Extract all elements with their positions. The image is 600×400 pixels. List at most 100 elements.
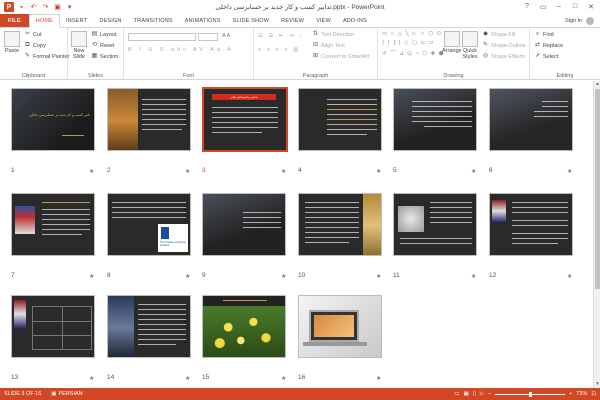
tab-home[interactable]: HOME [28,14,61,28]
tab-animations[interactable]: ANIMATIONS [179,14,227,27]
zoom-slider-knob[interactable] [528,391,532,397]
text-line [430,212,472,213]
save-icon[interactable]: ▪ [17,3,26,12]
tab-insert[interactable]: INSERT [60,14,93,27]
animation-star-icon: ★ [471,169,477,175]
tab-transitions[interactable]: TRANSITIONS [128,14,179,27]
format-painter-button[interactable]: ✎ Format Painter [24,53,69,60]
customize-icon[interactable]: ▾ [65,3,74,12]
drawing-group: ▭ ○ △ ╲ ▷ ☆ ⬡ ⬭ ⟨ ⟩ { } ◇ ▢ ⊂ ⊃ ↺ ⌒ ⊿ ⊡ … [378,28,530,80]
reset-button[interactable]: ⟲ Reset [91,42,114,49]
zoom-out-icon[interactable]: – [488,391,491,397]
align-buttons[interactable]: ≡ ≡ ≡ ≡ ▥ [258,47,300,53]
slide-thumbnail-2[interactable] [107,88,191,151]
tab-view[interactable]: VIEW [310,14,337,27]
slide-thumbnail-9[interactable] [202,193,286,256]
slide-thumbnail-14[interactable] [107,295,191,358]
text-line [243,212,281,213]
slide-thumbnail-15[interactable] [202,295,286,358]
slide-thumbnail-16[interactable] [298,295,382,358]
section-icon: ▦ [91,53,98,59]
copy-button[interactable]: ⧉ Copy [24,42,46,49]
replace-button[interactable]: ⇄ Replace [534,42,563,49]
slide-thumbnail-6[interactable] [489,88,573,151]
find-button[interactable]: ⌕ Find [534,31,554,38]
arrange-button[interactable]: Arrange [442,31,462,54]
shape-effects-button[interactable]: ◎ Shape Effects [482,53,525,60]
cut-button[interactable]: ✂ Cut [24,31,42,38]
tab-review[interactable]: REVIEW [275,14,310,27]
align-text-button[interactable]: ⊟ Align Text [312,42,345,49]
help-button[interactable]: ? [520,1,534,12]
slide-number: 11 [393,272,400,279]
tab-add-ins[interactable]: ADD-INS [337,14,373,27]
font-size-box[interactable] [198,33,218,41]
animation-star-icon: ★ [567,274,573,280]
font-format-buttons[interactable]: B I U S abc AV Aa A [128,47,234,53]
text-line [327,114,377,115]
scrollbar-thumb[interactable] [595,89,600,289]
powerpoint-logo-icon[interactable]: P [4,2,14,12]
grow-shrink-font-buttons[interactable]: A A [222,33,230,39]
zoom-slider[interactable] [495,391,566,397]
slide-thumbnail-7[interactable] [11,193,95,256]
slide-thumbnail-5[interactable] [393,88,477,151]
shapes-gallery-row-3[interactable]: ↺ ⌒ ⊿ ⊡ ◔ ⬠ ✚ ⬢ [382,49,445,57]
slide-sorter-view-icon[interactable]: ▦ [464,391,469,397]
close-button[interactable]: ✕ [584,1,598,12]
slide-subtitle-line [62,135,84,136]
text-line [512,207,568,208]
layout-button[interactable]: ▤ Layout [91,31,117,38]
zoom-level[interactable]: 73% [576,391,587,397]
slide-thumbnail-1[interactable]: تاثیر کسب و کار جدید بر حسابرسی داخلی [11,88,95,151]
slide-thumbnail-13[interactable] [11,295,95,358]
select-button[interactable]: ➚ Select [534,53,558,60]
tab-slide-show[interactable]: SLIDE SHOW [227,14,276,27]
normal-view-icon[interactable]: ▭ [454,391,459,397]
avatar[interactable] [586,16,594,25]
slide-thumbnail-12[interactable] [489,193,573,256]
zoom-in-icon[interactable]: + [569,391,572,397]
shapes-gallery-row-2[interactable]: ⟨ ⟩ { } ◇ ▢ ⊂ ⊃ [382,40,434,46]
slide-number: 12 [489,272,497,279]
scroll-up-icon[interactable]: ▲ [594,81,600,88]
minimize-button[interactable]: – [552,1,566,12]
tab-design[interactable]: DESIGN [93,14,127,27]
text-line [42,214,90,215]
sign-in-link[interactable]: Sign in [565,18,582,24]
slide-show-view-icon[interactable]: ▷ [480,391,484,397]
paragraph-group: ☰ ☰ ⇤ ⇥ ↕ ≡ ≡ ≡ ≡ ▥ ⇅ Text Direction ⊟ Ali… [254,28,378,80]
shape-fill-button[interactable]: ◆ Shape Fill [482,31,515,38]
convert-to-smartart-button[interactable]: ⊞ Convert to SmartArt [312,53,370,60]
tab-file[interactable]: FILE [0,14,29,27]
slide-thumbnail-10[interactable] [298,193,382,256]
animation-star-icon: ★ [185,169,191,175]
text-line [138,319,186,320]
animation-star-icon: ★ [89,376,95,382]
reading-view-icon[interactable]: ▯ [473,391,476,397]
language-indicator[interactable]: ▣ PERSIAN [51,391,82,397]
slide-sorter: تاثیر کسب و کار جدید بر حسابرسی داخلی 1 … [0,81,600,388]
slide-thumbnail-4[interactable] [298,88,382,151]
section-button[interactable]: ▦ Section [91,53,119,60]
shapes-gallery[interactable]: ▭ ○ △ ╲ ▷ ☆ ⬡ ⬭ [382,31,442,38]
ribbon-display-options-button[interactable]: ▭ [536,1,550,12]
redo-icon[interactable]: ↷ [41,3,50,12]
fit-to-window-icon[interactable]: ⊡ [591,391,596,397]
shape-outline-button[interactable]: ✎ Shape Outline [482,42,526,49]
slide-thumbnail-11[interactable] [393,193,477,256]
list-buttons[interactable]: ☰ ☰ ⇤ ⇥ ↕ [258,33,304,39]
text-line [138,344,176,345]
new-slide-button[interactable]: New Slide [71,31,87,60]
maximize-button[interactable]: □ [568,1,582,12]
text-direction-button[interactable]: ⇅ Text Direction [312,31,354,38]
vertical-scrollbar[interactable]: ▲ ▼ [593,81,600,388]
scroll-down-icon[interactable]: ▼ [594,381,600,388]
start-from-beginning-icon[interactable]: ▣ [53,3,62,12]
quick-styles-button[interactable]: Quick Styles [462,31,478,60]
undo-icon[interactable]: ↶ [29,3,38,12]
paste-button[interactable]: Paste [4,31,20,54]
font-name-box[interactable] [128,33,196,41]
slide-thumbnail-3-selected[interactable]: تدابیر و استراتژی های [202,87,288,152]
slide-thumbnail-8[interactable]: The Institute of Internal Auditors [107,193,191,256]
